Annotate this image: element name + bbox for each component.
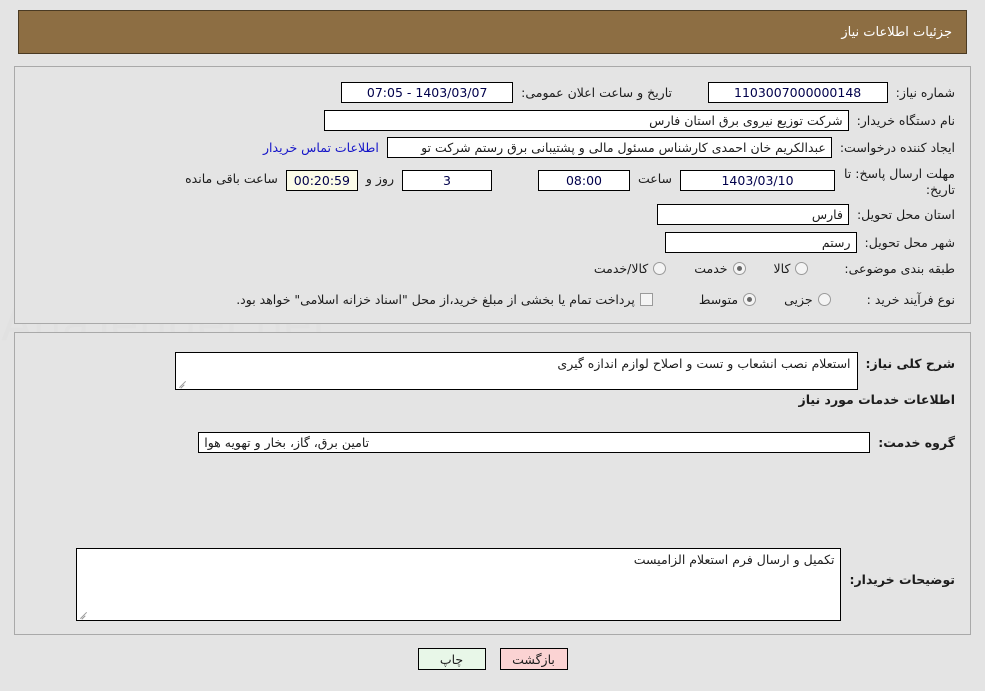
need-number-field: 1103007000000148 (707, 82, 888, 103)
treasury-bond-note: پرداخت تمام یا بخشی از مبلغ خرید،از محل … (236, 292, 635, 307)
deadline-days-label: روز و (365, 171, 394, 186)
service-group-field: تامین برق، گاز، بخار و تهویه هوا (198, 432, 871, 453)
services-section-title: اطلاعات خدمات مورد نیاز (798, 392, 956, 407)
print-button[interactable]: چاپ (417, 648, 486, 670)
response-deadline-label: مهلت ارسال پاسخ: تا تاریخ: (844, 166, 955, 197)
buyer-org-label: نام دستگاه خریدار: (856, 113, 955, 128)
treasury-bond-checkbox-icon[interactable] (639, 293, 653, 306)
deadline-time-label: ساعت (637, 171, 672, 186)
general-description-row: شرح کلی نیاز: استعلام نصب انشعاب و تست و… (174, 352, 955, 390)
request-creator-row: ایجاد کننده درخواست: عبدالکریم خان احمدی… (263, 137, 955, 158)
countdown-field: 00:20:59 (285, 170, 358, 191)
delivery-city-label: شهر محل تحویل: (864, 235, 955, 250)
radio-jozii-label: جزیی (784, 292, 813, 307)
buyer-contact-link[interactable]: اطلاعات تماس خریدار (263, 140, 379, 155)
page-header: جزئیات اطلاعات نیاز (18, 10, 967, 54)
deadline-days-field: 3 (401, 170, 492, 191)
public-announce-row: تاریخ و ساعت اعلان عمومی: 1403/03/07 - 0… (341, 82, 672, 103)
service-group-row: گروه خدمت: تامین برق، گاز، بخار و تهویه … (198, 432, 955, 453)
delivery-city-row: شهر محل تحویل: رستم (664, 232, 955, 253)
resize-grip-icon[interactable] (178, 378, 188, 388)
request-creator-label: ایجاد کننده درخواست: (839, 140, 955, 155)
response-deadline-row: مهلت ارسال پاسخ: تا تاریخ: 1403/03/10 سا… (185, 166, 955, 198)
buyer-org-field: شرکت توزیع نیروی برق استان فارس (323, 110, 849, 131)
delivery-province-row: استان محل تحویل: فارس (656, 204, 955, 225)
radio-option-khedmat[interactable]: خدمت (694, 261, 746, 276)
buyer-notes-value: تکمیل و ارسال فرم استعلام الزامیست (633, 552, 835, 567)
treasury-bond-option[interactable]: پرداخت تمام یا بخشی از مبلغ خرید،از محل … (236, 292, 653, 307)
buyer-notes-row: توضیحات خریدار: تکمیل و ارسال فرم استعلا… (76, 548, 955, 621)
radio-option-kala[interactable]: کالا (774, 261, 809, 276)
subject-category-row: طبقه بندی موضوعی: کالا خدمت کالا/خدمت (594, 261, 955, 276)
radio-kala-khedmat-label: کالا/خدمت (593, 261, 649, 276)
request-creator-field: عبدالکریم خان احمدی کارشناس مسئول مالی و… (386, 137, 832, 158)
radio-kala-label: کالا (773, 261, 791, 276)
radio-option-motevaset[interactable]: متوسط (698, 292, 757, 307)
radio-kala-khedmat-icon[interactable] (653, 262, 667, 275)
countdown-label: ساعت باقی مانده (185, 171, 278, 186)
service-group-label: گروه خدمت: (878, 435, 955, 450)
delivery-city-field: رستم (664, 232, 857, 253)
general-description-label: شرح کلی نیاز: (865, 356, 955, 371)
need-number-label: شماره نیاز: (895, 85, 955, 100)
radio-khedmat-icon[interactable] (732, 262, 746, 275)
need-number-row: شماره نیاز: 1103007000000148 (707, 82, 955, 103)
subject-category-label: طبقه بندی موضوعی: (844, 261, 955, 276)
footer-buttons: بازگشت چاپ (0, 648, 985, 670)
buyer-org-row: نام دستگاه خریدار: شرکت توزیع نیروی برق … (323, 110, 955, 131)
general-description-textarea[interactable]: استعلام نصب انشعاب و تست و اصلاح لوازم ا… (174, 352, 858, 390)
public-announce-field: 1403/03/07 - 07:05 (341, 82, 514, 103)
radio-motevaset-label: متوسط (698, 292, 739, 307)
deadline-time-field: 08:00 (537, 170, 630, 191)
resize-grip-icon-notes[interactable] (79, 609, 89, 619)
buyer-notes-textarea[interactable]: تکمیل و ارسال فرم استعلام الزامیست (76, 548, 842, 621)
delivery-province-label: استان محل تحویل: (856, 207, 955, 222)
general-description-value: استعلام نصب انشعاب و تست و اصلاح لوازم ا… (557, 356, 851, 371)
purchase-process-label: نوع فرآیند خرید : (866, 292, 955, 307)
page-title: جزئیات اطلاعات نیاز (841, 24, 952, 40)
public-announce-label: تاریخ و ساعت اعلان عمومی: (521, 85, 672, 100)
radio-kala-icon[interactable] (795, 262, 809, 275)
purchase-process-row: نوع فرآیند خرید : جزیی متوسط پرداخت تمام… (236, 292, 955, 307)
radio-motevaset-icon[interactable] (743, 293, 757, 306)
radio-jozii-icon[interactable] (817, 293, 831, 306)
delivery-province-field: فارس (656, 204, 849, 225)
radio-option-jozii[interactable]: جزیی (784, 292, 831, 307)
radio-khedmat-label: خدمت (694, 261, 728, 276)
buyer-notes-label: توضیحات خریدار: (849, 572, 955, 587)
radio-option-kala-khedmat[interactable]: کالا/خدمت (593, 261, 667, 276)
back-button[interactable]: بازگشت (499, 648, 568, 670)
deadline-date-field: 1403/03/10 (680, 170, 835, 191)
